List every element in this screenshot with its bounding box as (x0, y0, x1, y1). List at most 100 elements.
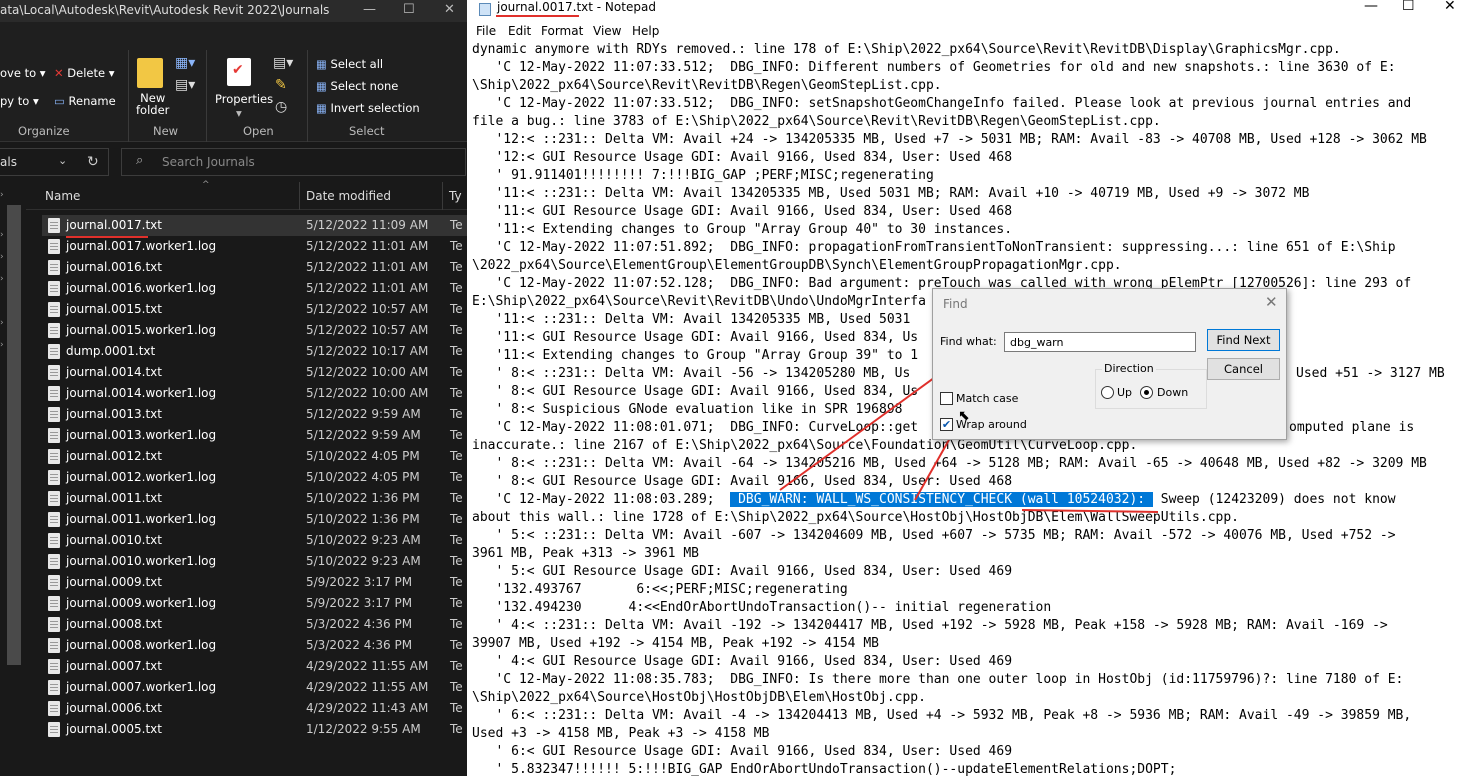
close-icon[interactable]: ✕ (1444, 0, 1456, 14)
file-row[interactable]: journal.0005.txt 1/12/2022 9:55 AM Te (42, 719, 467, 740)
file-row[interactable]: journal.0010.worker1.log 5/10/2022 9:23 A… (42, 551, 467, 572)
new-folder-button[interactable]: New folder (136, 92, 169, 116)
file-row[interactable]: journal.0008.txt 5/3/2022 4:36 PM Te (42, 614, 467, 635)
file-row[interactable]: journal.0011.txt 5/10/2022 1:36 PM Te (42, 488, 467, 509)
find-what-input[interactable]: dbg_warn (1004, 332, 1196, 352)
direction-up-radio[interactable] (1101, 386, 1114, 399)
close-icon[interactable]: ✕ (1265, 293, 1278, 311)
copy-to-button[interactable]: py to ▾ (0, 94, 39, 108)
file-row[interactable]: journal.0006.txt 4/29/2022 11:43 AM Te (42, 698, 467, 719)
open-icon[interactable]: ▤▾ (273, 55, 293, 71)
direction-down-radio[interactable] (1140, 386, 1153, 399)
move-to-button[interactable]: ove to ▾ (0, 66, 46, 80)
file-row[interactable]: journal.0013.txt 5/12/2022 9:59 AM Te (42, 404, 467, 425)
file-row[interactable]: journal.0009.txt 5/9/2022 3:17 PM Te (42, 572, 467, 593)
ribbon-divider (307, 50, 308, 142)
file-row[interactable]: journal.0016.worker1.log 5/12/2022 11:01 … (42, 278, 467, 299)
cancel-button[interactable]: Cancel (1207, 358, 1280, 380)
text-line-content: ' 6:< ::231:: Delta VM: Avail -4 -> 1342… (472, 708, 1412, 723)
text-line: ' 91.911401!!!!!!!! 7:!!!BIG_GAP ;PERF;M… (472, 167, 933, 185)
menu-view[interactable]: View (593, 24, 621, 38)
menu-edit[interactable]: Edit (508, 24, 531, 38)
search-input[interactable]: ⌕ Search Journals (121, 148, 466, 176)
minimize-icon[interactable]: — (363, 2, 376, 17)
select-none-button[interactable]: ▦ Select none (316, 79, 398, 93)
column-date-header[interactable]: Date modified (306, 189, 391, 203)
nav-expand-icon[interactable]: › (0, 230, 4, 240)
file-row[interactable]: journal.0012.txt 5/10/2022 4:05 PM Te (42, 446, 467, 467)
nav-expand-icon[interactable]: › (0, 340, 4, 350)
easy-access-icon[interactable]: ▤▾ (175, 77, 195, 93)
file-row[interactable]: journal.0012.worker1.log 5/10/2022 4:05 P… (42, 467, 467, 488)
text-line-content: ' 5:< GUI Resource Usage GDI: Avail 9166… (472, 564, 1013, 579)
text-line: \2022_px64\Source\ElementGroup\ElementGr… (472, 257, 1122, 275)
select-all-button[interactable]: ▦ Select all (316, 57, 383, 71)
column-name-header[interactable]: Name (45, 189, 80, 203)
nav-expand-icon[interactable]: › (0, 190, 4, 200)
menu-file[interactable]: File (476, 24, 496, 38)
nav-expand-icon[interactable]: › (0, 252, 4, 262)
delete-button[interactable]: ✕ Delete ▾ (54, 66, 115, 80)
file-row[interactable]: journal.0014.worker1.log 5/12/2022 10:00 … (42, 383, 467, 404)
file-row[interactable]: journal.0017.worker1.log 5/12/2022 11:01 … (42, 236, 467, 257)
file-row[interactable]: journal.0014.txt 5/12/2022 10:00 AM Te (42, 362, 467, 383)
file-row[interactable]: journal.0015.worker1.log 5/12/2022 10:57 … (42, 320, 467, 341)
file-date: 5/9/2022 3:17 PM (306, 596, 413, 610)
properties-button[interactable]: Properties (215, 92, 273, 106)
file-type: Te (450, 323, 463, 337)
nav-expand-icon[interactable]: › (0, 318, 4, 328)
find-next-button[interactable]: Find Next (1207, 329, 1280, 351)
file-row[interactable]: journal.0007.worker1.log 4/29/2022 11:55 … (42, 677, 467, 698)
chevron-down-icon[interactable]: ▾ (236, 106, 242, 120)
text-line-content: 39907 MB, Used +192 -> 4154 MB, Peak +19… (472, 636, 879, 651)
file-row[interactable]: journal.0009.worker1.log 5/9/2022 3:17 PM… (42, 593, 467, 614)
text-file-icon (48, 659, 60, 674)
text-line-content: '11:< Extending changes to Group "Array … (472, 222, 1013, 237)
file-name: journal.0013.worker1.log (66, 428, 217, 442)
column-type-header[interactable]: Ty (449, 189, 462, 203)
text-line-content: about this wall.: line 1728 of E:\Ship\2… (472, 510, 1240, 525)
chevron-down-icon[interactable]: ⌄ (58, 154, 67, 167)
invert-selection-button[interactable]: ▦ Invert selection (316, 101, 420, 115)
notepad-icon (479, 3, 491, 16)
file-row[interactable]: journal.0011.worker1.log 5/10/2022 1:36 P… (42, 509, 467, 530)
column-divider[interactable] (442, 182, 443, 210)
minimize-icon[interactable]: — (1364, 0, 1378, 14)
text-line: file a bug.: line 3783 of E:\Ship\2022_p… (472, 113, 1161, 131)
file-type: Te (450, 596, 463, 610)
menu-help[interactable]: Help (632, 24, 659, 38)
file-row[interactable]: dump.0001.txt 5/12/2022 10:17 AM Te (42, 341, 467, 362)
match-case-label[interactable]: Match case (956, 392, 1018, 405)
file-date: 4/29/2022 11:55 AM (306, 680, 429, 694)
edit-icon[interactable]: ✎ (275, 77, 287, 93)
direction-down-label[interactable]: Down (1157, 386, 1188, 399)
text-line: Used +3 -> 4158 MB, Peak +3 -> 4158 MB (472, 725, 769, 743)
menu-format[interactable]: Format (541, 24, 583, 38)
file-row[interactable]: journal.0010.txt 5/10/2022 9:23 AM Te (42, 530, 467, 551)
file-type: Te (450, 638, 463, 652)
nav-pane-scrollbar[interactable] (7, 205, 21, 665)
file-name: journal.0011.worker1.log (66, 512, 217, 526)
file-row[interactable]: journal.0016.txt 5/12/2022 11:01 AM Te (42, 257, 467, 278)
text-line-content: inaccurate.: line 2167 of E:\Ship\2022_p… (472, 438, 1138, 453)
direction-up-label[interactable]: Up (1117, 386, 1132, 399)
maximize-icon[interactable]: ☐ (403, 2, 415, 17)
explorer-ribbon: ove to ▾ py to ▾ ✕ Delete ▾ ▭ Rename New… (0, 22, 467, 142)
text-line: 3961 MB, Peak +313 -> 3961 MB (472, 545, 699, 563)
column-divider[interactable] (299, 182, 300, 210)
file-row[interactable]: journal.0007.txt 4/29/2022 11:55 AM Te (42, 656, 467, 677)
rename-button[interactable]: ▭ Rename (54, 94, 116, 108)
history-icon[interactable]: ◷ (275, 99, 287, 115)
file-row[interactable]: journal.0015.txt 5/12/2022 10:57 AM Te (42, 299, 467, 320)
match-case-checkbox[interactable] (940, 392, 953, 405)
text-line-content: ' 8:< ::231:: Delta VM: Avail -64 -> 134… (472, 456, 1427, 471)
maximize-icon[interactable]: ☐ (1402, 0, 1415, 14)
nav-expand-icon[interactable]: › (0, 274, 4, 284)
file-row[interactable]: journal.0013.worker1.log 5/12/2022 9:59 A… (42, 425, 467, 446)
close-icon[interactable]: ✕ (444, 2, 455, 17)
file-row[interactable]: journal.0017.txt 5/12/2022 11:09 AM Te (42, 215, 467, 236)
wrap-around-checkbox[interactable]: ✔ (940, 418, 953, 431)
new-item-icon[interactable]: ▦▾ (175, 55, 195, 71)
file-row[interactable]: journal.0008.worker1.log 5/3/2022 4:36 PM… (42, 635, 467, 656)
refresh-icon[interactable]: ↻ (87, 154, 99, 170)
